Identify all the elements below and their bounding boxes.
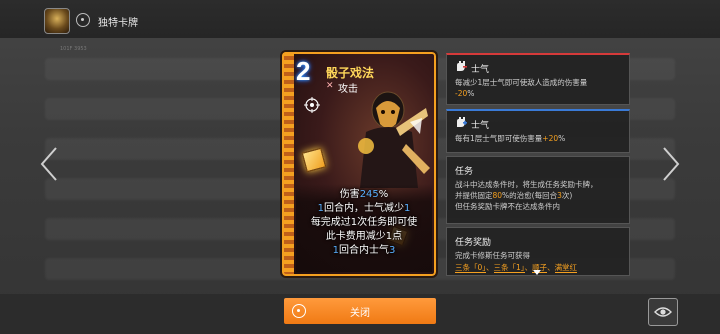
reward-item[interactable]: 三条「1」 [493, 263, 525, 273]
small-caption: 101F 3953 [60, 46, 87, 52]
character-avatar[interactable] [44, 8, 70, 34]
desc-line-3: 每完成过1次任务即可使 [310, 217, 418, 228]
desc-line-4: 此卡费用减少1点 [325, 231, 403, 242]
card-category-label: 独特卡牌 [98, 18, 138, 29]
panel-text: 每有1层士气即可使伤害量+20% [455, 134, 566, 143]
reward-item[interactable]: 满堂红 [554, 263, 578, 273]
card-cost: 2 [296, 56, 311, 86]
panel-title: 士气 [471, 65, 490, 75]
previous-arrow-icon[interactable] [38, 146, 60, 182]
reward-item[interactable]: 三条「0」 [455, 263, 487, 273]
info-icon[interactable] [76, 13, 90, 27]
character-figure [358, 91, 430, 188]
eye-icon[interactable] [648, 298, 678, 326]
morale-up-icon [457, 117, 467, 127]
keyword-panel-mission-reward: 任务奖励 完成卡修斯任务可获得 三条「0」、三条「1」、顺子、满堂红 [446, 227, 630, 276]
panel-title: 任务 [455, 167, 474, 177]
panel-title: 任务奖励 [455, 238, 492, 248]
crossed-swords-icon: ✕ [326, 81, 334, 91]
reward-list: 三条「0」、三条「1」、顺子、满堂红 [455, 263, 578, 273]
panel-title: 士气 [471, 121, 490, 131]
card-type-label: 攻击 [338, 84, 358, 95]
desc-line-1: 伤害245% [339, 189, 389, 200]
top-bar: 独特卡牌 [0, 0, 720, 38]
close-button[interactable]: 关闭 [284, 298, 436, 324]
close-button-label: 关闭 [350, 308, 370, 319]
card-side-stripe [282, 52, 294, 276]
card-description: 伤害245% 1回合内，士气减少1 每完成过1次任务即可使 此卡费用减少1点 1… [296, 188, 432, 258]
morale-down-icon [457, 61, 467, 71]
skill-card: 2 骰子戏法 ✕ 攻击 伤害245% 1回合内，士气减少1 每完成过1次任务即可… [282, 52, 436, 276]
desc-line-2: 1回合内，士气减少1 [317, 203, 411, 214]
desc-line-5: 1回合内士气3 [332, 245, 396, 256]
target-icon [304, 97, 320, 113]
next-arrow-icon[interactable] [660, 146, 682, 182]
keyword-panel-morale-buff: 士气 每有1层士气即可使伤害量+20% [446, 109, 630, 153]
keyword-panel-morale-debuff: 士气 每减少1层士气即可使敌人造成的伤害量 -20% [446, 53, 630, 105]
keyword-panel-mission: 任务 战斗中达成条件时，将生成任务奖励卡牌， 并提供固定80%的治愈(每回合3次… [446, 156, 630, 224]
scroll-down-icon[interactable] [533, 270, 541, 275]
panel-text: 战斗中达成条件时，将生成任务奖励卡牌， 并提供固定80%的治愈(每回合3次) 但… [455, 180, 598, 211]
panel-text: 每减少1层士气即可使敌人造成的伤害量 -20% [455, 78, 588, 98]
card-title: 骰子戏法 [326, 66, 375, 80]
panel-text: 完成卡修斯任务可获得 [455, 251, 530, 260]
